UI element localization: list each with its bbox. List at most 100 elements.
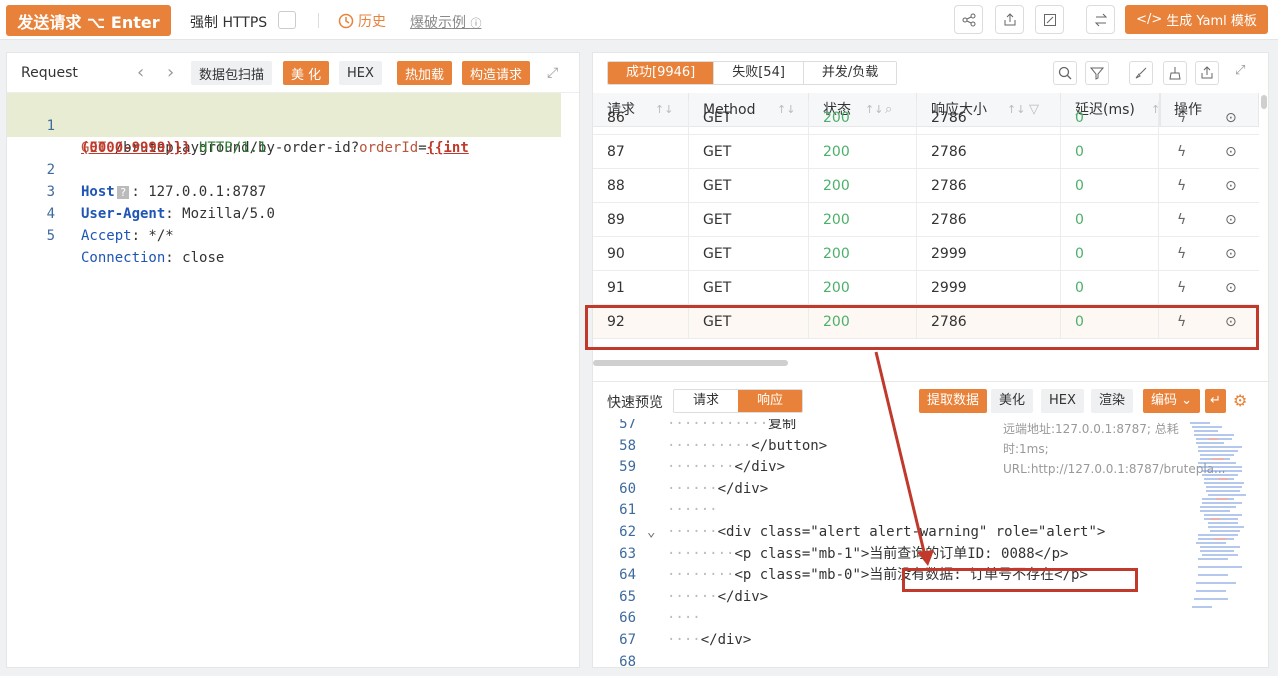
lightning-icon[interactable]: ϟ	[1177, 144, 1186, 160]
cell-delay: 0	[1061, 135, 1159, 169]
hotload-button[interactable]: 热加载	[397, 61, 453, 85]
render-button[interactable]: 渲染	[1091, 389, 1134, 413]
filter-icon	[1090, 67, 1104, 80]
export-results-button[interactable]	[1195, 61, 1219, 85]
force-https-checkbox[interactable]	[278, 11, 296, 29]
table-row[interactable]: 86 GET 200 2786 0 ϟ ⊙	[593, 101, 1259, 135]
tab-concurrency[interactable]: 并发/负载	[802, 62, 897, 84]
cell-method: GET	[689, 135, 809, 169]
lightning-icon[interactable]: ϟ	[1177, 280, 1186, 296]
arrow-circle-right-icon[interactable]: ⊙	[1225, 178, 1237, 194]
expand-icon[interactable]: ⤢	[1235, 63, 1245, 78]
history-button[interactable]: 历史	[338, 11, 386, 31]
arrow-circle-right-icon[interactable]: ⊙	[1225, 144, 1237, 160]
table-row[interactable]: 89 GET 200 2786 0 ϟ ⊙	[593, 203, 1259, 237]
arrow-circle-right-icon[interactable]: ⊙	[1225, 280, 1237, 296]
code-text: </div>	[717, 588, 769, 605]
enter-icon: ↵	[1210, 393, 1221, 408]
indent-guide: ··········	[667, 437, 752, 454]
lightning-icon[interactable]: ϟ	[1177, 178, 1186, 194]
brute-example-link[interactable]: 爆破示例 ⓘ	[410, 12, 481, 32]
preview-title: 快速预览	[607, 395, 663, 411]
search-button[interactable]	[1053, 61, 1077, 85]
generate-yaml-button[interactable]: </> 生成 Yaml 模板	[1125, 5, 1268, 34]
arrow-circle-right-icon[interactable]: ⊙	[1225, 110, 1237, 126]
hex-button[interactable]: HEX	[1041, 389, 1084, 413]
code-text: </div>	[717, 480, 769, 497]
line-number: 61	[619, 502, 636, 519]
tab-preview-request[interactable]: 请求	[674, 390, 738, 412]
edit-icon	[1043, 13, 1056, 26]
broom-icon	[1169, 67, 1181, 80]
edit-button[interactable]	[1035, 5, 1064, 34]
chevron-left-icon[interactable]: ‹	[137, 62, 144, 83]
lightning-icon[interactable]: ϟ	[1177, 246, 1186, 262]
vertical-scrollbar[interactable]	[1261, 95, 1267, 109]
help-badge[interactable]: ?	[116, 186, 130, 199]
line-number: 66	[619, 610, 636, 627]
line-number: 67	[619, 632, 636, 648]
send-request-button[interactable]: 发送请求 ⌥ Enter	[6, 5, 171, 36]
cell-method: GET	[689, 271, 809, 305]
packet-scan-button[interactable]: 数据包扫描	[191, 61, 273, 85]
extract-data-button[interactable]: 提取数据	[919, 389, 988, 413]
upload-icon	[1201, 66, 1213, 79]
tab-preview-response[interactable]: 响应	[738, 390, 802, 412]
table-row[interactable]: 88 GET 200 2786 0 ϟ ⊙	[593, 169, 1259, 203]
cell-request-id: 91	[593, 271, 689, 305]
swap-button[interactable]	[1086, 5, 1115, 34]
hex-button[interactable]: HEX	[339, 61, 382, 85]
indent-guide: ········	[667, 459, 735, 476]
header-value: : close	[165, 250, 225, 266]
export-button[interactable]	[995, 5, 1024, 34]
cell-method: GET	[689, 237, 809, 271]
filter-button[interactable]	[1085, 61, 1109, 85]
fold-chevron-icon[interactable]: ⌄	[647, 521, 655, 543]
cell-status: 200	[809, 271, 917, 305]
line-number: 68	[619, 653, 636, 669]
code-text: </button>	[751, 437, 828, 454]
yaml-label: 生成 Yaml 模板	[1166, 14, 1257, 29]
cell-status: 200	[809, 237, 917, 271]
table-row[interactable]: 91 GET 200 2999 0 ϟ ⊙	[593, 271, 1259, 305]
arrow-circle-right-icon[interactable]: ⊙	[1225, 246, 1237, 262]
beautify-button[interactable]: 美化	[991, 389, 1034, 413]
lightning-icon[interactable]: ϟ	[1177, 212, 1186, 228]
cell-request-id: 86	[593, 101, 689, 135]
cell-size: 2786	[917, 169, 1061, 203]
cell-request-id: 88	[593, 169, 689, 203]
share-button[interactable]	[954, 5, 983, 34]
cell-status: 200	[809, 135, 917, 169]
request-editor[interactable]: 1 GET /bruteplayground/by-order-id?order…	[7, 93, 581, 667]
construct-request-button[interactable]: 构造请求	[462, 61, 531, 85]
horizontal-scrollbar[interactable]	[593, 360, 788, 366]
indent-guide: ······	[667, 524, 718, 540]
table-row[interactable]: 90 GET 200 2999 0 ϟ ⊙	[593, 237, 1259, 271]
gear-icon[interactable]: ⚙	[1233, 391, 1247, 410]
cell-status: 200	[809, 101, 917, 135]
cell-delay: 0	[1061, 237, 1159, 271]
header-value: : */*	[131, 228, 174, 244]
tab-failed[interactable]: 失败[54]	[713, 62, 803, 84]
clock-icon	[338, 13, 354, 29]
clean-button[interactable]	[1163, 61, 1187, 85]
tab-success[interactable]: 成功[9946]	[608, 62, 714, 84]
preview-header: 快速预览 请求 响应 提取数据 美化 HEX 渲染 编码 ⌄ ↵ ⚙	[593, 381, 1270, 419]
lightning-icon[interactable]: ϟ	[1177, 110, 1186, 126]
code-text: <div class="alert alert-warning" role="a…	[717, 524, 1106, 540]
arrow-circle-right-icon[interactable]: ⊙	[1225, 212, 1237, 228]
cell-delay: 0	[1061, 203, 1159, 237]
chevron-right-icon[interactable]: ›	[167, 62, 174, 83]
expand-icon[interactable]: ⤢	[547, 65, 558, 81]
line-number: 65	[619, 588, 636, 605]
line-number: 63	[619, 545, 636, 562]
param-eq: =	[418, 140, 427, 156]
beautify-button[interactable]: 美 化	[283, 61, 330, 85]
indent-guide: ······	[667, 502, 718, 519]
clear-button[interactable]	[1129, 61, 1153, 85]
code-minimap[interactable]	[1188, 419, 1248, 619]
response-viewer[interactable]: 57 ············复制 58 ··········</button> 59 ·…	[593, 419, 1270, 669]
wrap-toggle-button[interactable]: ↵	[1205, 389, 1226, 413]
table-row[interactable]: 87 GET 200 2786 0 ϟ ⊙	[593, 135, 1259, 169]
encoding-dropdown[interactable]: 编码 ⌄	[1143, 389, 1201, 413]
